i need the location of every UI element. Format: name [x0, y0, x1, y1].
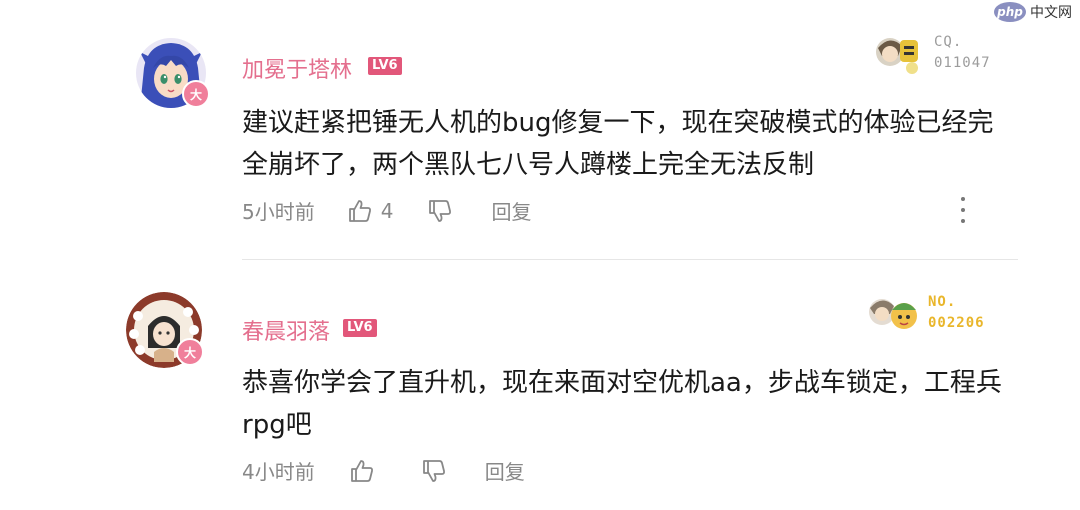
avatar-vip-badge: 大	[182, 80, 210, 108]
comment-text-line-1: 恭喜你学会了直升机，现在来面对空优机aa，步战车锁定，工程兵	[242, 368, 1002, 398]
like-count: 4	[380, 198, 394, 223]
medal-line-1: NO.	[928, 294, 957, 310]
fan-medal: NO. 002206	[864, 290, 985, 336]
medal-line-2: 011047	[934, 55, 991, 71]
like-button[interactable]	[349, 458, 375, 484]
like-button[interactable]: 4	[347, 198, 428, 224]
username[interactable]: 加冕于塔林	[242, 52, 352, 84]
comment-section: php 中文网 大 加冕于塔林 LV6 CQ. 011047 建议赶紧把锤无人机…	[0, 0, 1080, 510]
level-badge: LV6	[343, 319, 377, 337]
more-options-icon[interactable]	[956, 197, 970, 223]
comment-text-line-1: 建议赶紧把锤无人机的bug修复一下，现在突破模式的体验已经完	[242, 108, 994, 138]
comment-text: 建议赶紧把锤无人机的bug修复一下，现在突破模式的体验已经完 全崩坏了，两个黑队…	[242, 102, 1032, 186]
level-badge: LV6	[368, 57, 402, 75]
watermark-logo: php	[994, 2, 1026, 22]
dislike-button[interactable]	[421, 458, 447, 484]
thumbs-down-icon	[429, 199, 452, 222]
comment-text-line-2: rpg吧	[242, 410, 312, 440]
medal-line-2: 002206	[928, 315, 985, 331]
avatar-vip-badge: 大	[176, 338, 204, 366]
thumbs-down-icon	[422, 459, 445, 482]
timestamp: 4小时前	[242, 460, 315, 484]
thumbs-up-icon	[350, 459, 373, 482]
medal-character-icon	[876, 38, 918, 74]
timestamp: 5小时前	[242, 200, 315, 224]
reply-button[interactable]: 回复	[485, 456, 525, 485]
username[interactable]: 春晨羽落	[242, 314, 330, 346]
comment-text: 恭喜你学会了直升机，现在来面对空优机aa，步战车锁定，工程兵 rpg吧	[242, 362, 1032, 446]
comment-divider	[242, 259, 1018, 260]
comment-actions: 4小时前 回复	[242, 456, 525, 485]
watermark-text: 中文网	[1030, 5, 1072, 21]
medal-text: NO. 002206	[928, 292, 985, 334]
fan-medal: CQ. 011047	[870, 30, 991, 76]
reply-button[interactable]: 回复	[491, 196, 531, 225]
comment-actions: 5小时前 4 回复	[242, 196, 531, 225]
dislike-button[interactable]	[427, 198, 453, 224]
medal-text: CQ. 011047	[934, 32, 991, 74]
comment-text-line-2: 全崩坏了，两个黑队七八号人蹲楼上完全无法反制	[242, 150, 815, 180]
thumbs-up-icon	[348, 199, 371, 222]
medal-line-1: CQ.	[934, 34, 963, 50]
avatar[interactable]: 大	[136, 38, 210, 108]
medal-character-icon	[869, 299, 917, 329]
avatar[interactable]: 大	[126, 292, 204, 368]
site-watermark: php 中文网	[994, 2, 1072, 22]
